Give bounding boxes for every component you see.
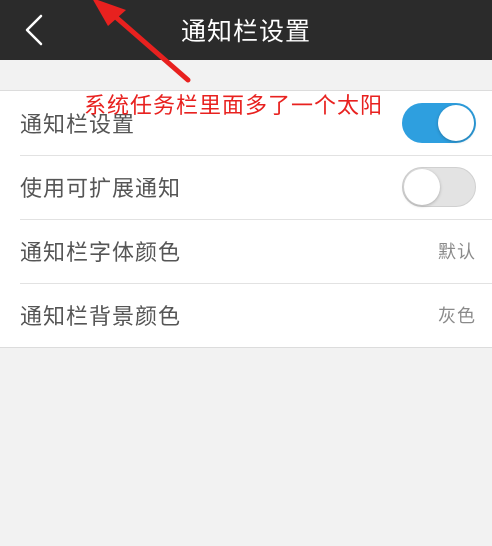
- setting-row-notification-bar[interactable]: 通知栏设置: [0, 91, 492, 155]
- setting-row-font-color[interactable]: 通知栏字体颜色 默认: [0, 219, 492, 283]
- page-title: 通知栏设置: [180, 17, 311, 46]
- setting-label: 通知栏设置: [20, 113, 136, 138]
- setting-value: 灰色: [438, 306, 476, 327]
- toggle-knob: [438, 105, 474, 141]
- header-bar: 通知栏设置: [0, 0, 492, 60]
- settings-list: 通知栏设置 使用可扩展通知 通知栏字体颜色 默认 通知栏背景颜色 灰色: [0, 90, 492, 348]
- expandable-notification-toggle[interactable]: [402, 167, 476, 207]
- setting-label: 使用可扩展通知: [20, 177, 182, 202]
- setting-label: 通知栏字体颜色: [20, 241, 182, 266]
- notification-bar-toggle[interactable]: [402, 103, 476, 143]
- toggle-knob: [404, 169, 440, 205]
- setting-value: 默认: [438, 242, 476, 263]
- screen: 通知栏设置 通知栏设置 使用可扩展通知 通知栏字体颜色 默认 通知栏背景颜色 灰…: [0, 0, 492, 546]
- setting-label: 通知栏背景颜色: [20, 305, 182, 330]
- setting-row-expandable-notification[interactable]: 使用可扩展通知: [0, 155, 492, 219]
- setting-row-background-color[interactable]: 通知栏背景颜色 灰色: [0, 283, 492, 347]
